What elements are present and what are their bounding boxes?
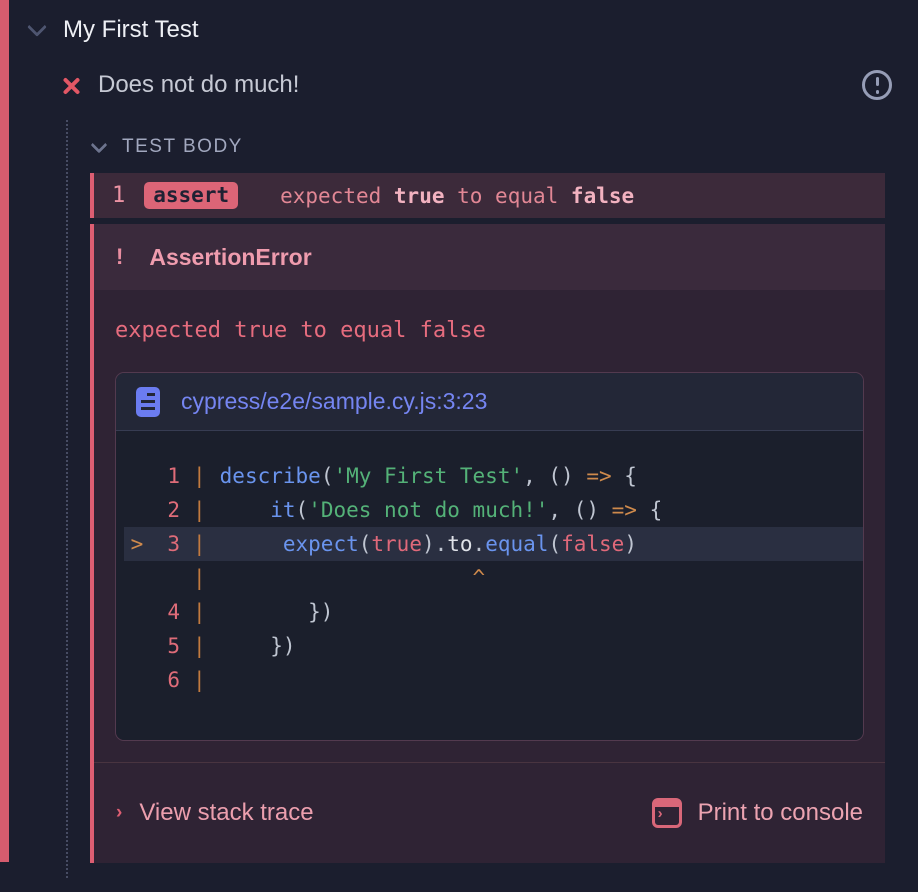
test-body-section-header[interactable]: TEST BODY xyxy=(90,134,885,160)
error-message: expected true to equal false xyxy=(115,318,864,346)
error-header[interactable]: ! AssertionError xyxy=(94,224,885,290)
cypress-reporter: My First Test Does not do much! TEST BOD… xyxy=(0,0,918,892)
error-panel: ! AssertionError expected true to equal … xyxy=(90,224,885,863)
code-frame-header[interactable]: cypress/e2e/sample.cy.js:3:23 xyxy=(116,373,863,431)
view-stack-trace-button[interactable]: › View stack trace xyxy=(116,799,314,827)
code-line: 4| }) xyxy=(124,595,863,629)
command-number: 1 xyxy=(112,183,125,208)
command-log-row[interactable]: 1 assert expected true to equal false xyxy=(90,173,885,218)
console-icon xyxy=(652,798,682,828)
test-body-label: TEST BODY xyxy=(122,136,243,158)
chevron-right-icon: › xyxy=(116,802,122,824)
test-row[interactable]: Does not do much! xyxy=(62,70,918,100)
test-failed-x-icon xyxy=(62,76,81,95)
fail-accent-strip xyxy=(0,0,9,862)
print-to-console-label: Print to console xyxy=(698,799,863,827)
test-title: Does not do much! xyxy=(98,71,299,99)
print-to-console-button[interactable]: Print to console xyxy=(652,798,863,828)
suite-row[interactable]: My First Test xyxy=(0,0,918,44)
error-bang-icon: ! xyxy=(116,244,123,270)
error-body: expected true to equal false cypress/e2e… xyxy=(94,290,885,762)
view-stack-trace-label: View stack trace xyxy=(139,799,313,827)
chevron-down-icon[interactable] xyxy=(91,137,108,154)
chevron-down-icon[interactable] xyxy=(27,17,47,37)
nesting-guide-line xyxy=(66,120,68,878)
suite-title: My First Test xyxy=(63,16,199,44)
error-footer: › View stack trace Print to console xyxy=(94,762,885,863)
file-icon xyxy=(136,387,160,417)
code-line: >3| expect(true).to.equal(false) xyxy=(124,527,863,561)
alert-circle-icon[interactable] xyxy=(862,70,892,100)
code-frame-body: 1|describe('My First Test', () => {2| it… xyxy=(116,431,863,740)
code-line: 5| }) xyxy=(124,629,863,663)
file-link[interactable]: cypress/e2e/sample.cy.js:3:23 xyxy=(181,388,487,415)
code-line: 1|describe('My First Test', () => { xyxy=(124,459,863,493)
command-message: expected true to equal false xyxy=(280,184,634,208)
code-line: | ^ xyxy=(124,561,863,595)
assert-badge: assert xyxy=(144,182,238,209)
error-name: AssertionError xyxy=(149,244,311,271)
code-line: 6| xyxy=(124,663,863,697)
test-detail-content: TEST BODY 1 assert expected true to equa… xyxy=(90,134,885,863)
code-frame: cypress/e2e/sample.cy.js:3:23 1|describe… xyxy=(115,372,864,741)
code-line: 2| it('Does not do much!', () => { xyxy=(124,493,863,527)
